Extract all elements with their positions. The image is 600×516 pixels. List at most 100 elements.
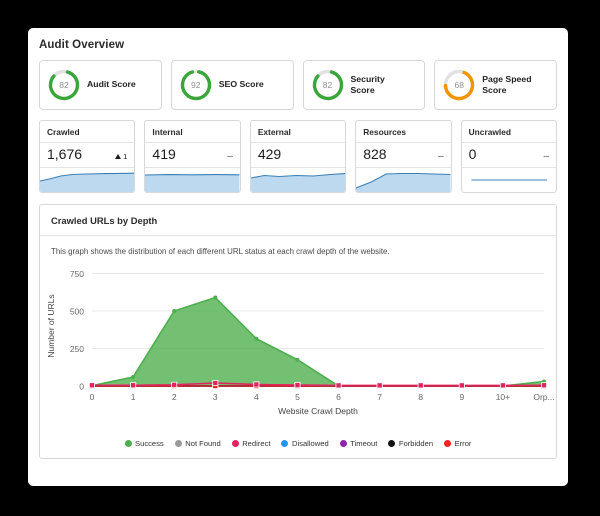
crawled-urls-chart: 0 250 500 750 Number of URLs 0 1 2 3 4 5 6 7 8 9 10+ Orp…: [40, 256, 556, 416]
metric-card-external[interactable]: External 429: [250, 120, 346, 193]
metric-card-crawled[interactable]: Crawled 1,676 1: [39, 120, 135, 193]
metric-title-crawled: Crawled: [40, 121, 134, 143]
chart-panel-title: Crawled URLs by Depth: [40, 205, 556, 236]
x-axis-tick-label: 5: [295, 392, 300, 402]
series-point-success: [172, 309, 176, 313]
series-point-redirect: [89, 383, 94, 388]
metric-value-crawled: 1,676: [47, 147, 82, 161]
sparkline-crawled: [40, 168, 134, 192]
seo-score-label: SEO Score: [219, 79, 264, 90]
x-axis-tick-label: 10+: [496, 392, 510, 402]
y-axis-tick-label: 0: [79, 382, 84, 392]
x-axis-tick-label: 9: [459, 392, 464, 402]
series-point-redirect: [418, 383, 423, 388]
metric-body-resources: 828 –: [356, 143, 450, 168]
series-point-redirect: [213, 380, 218, 385]
legend-dot-icon: [125, 440, 132, 447]
x-axis-tick-label: 1: [131, 392, 136, 402]
series-point-redirect: [336, 383, 341, 388]
x-axis-title: Website Crawl Depth: [278, 406, 358, 416]
metric-value-uncrawled: 0: [469, 147, 477, 161]
metric-delta-resources: –: [438, 151, 444, 162]
sparkline-resources: [356, 168, 450, 192]
trend-up-icon: [115, 154, 121, 159]
x-axis-tick-label: Orp...: [533, 392, 554, 402]
page-speed-score-label-line1: Page Speed: [482, 74, 531, 85]
legend-dot-icon: [340, 440, 347, 447]
y-axis-tick-label: 250: [70, 344, 84, 354]
legend-dot-icon: [175, 440, 182, 447]
x-axis-tick-label: 2: [172, 392, 177, 402]
metric-value-resources: 828: [363, 147, 386, 161]
x-axis-tick-label: 8: [418, 392, 423, 402]
y-axis-title: Number of URLs: [46, 294, 56, 357]
metric-body-internal: 419 –: [145, 143, 239, 168]
legend-dot-icon: [388, 440, 395, 447]
page-speed-score-label-line2: Score: [482, 85, 531, 96]
audit-score-label: Audit Score: [87, 79, 136, 90]
sparkline-internal: [145, 168, 239, 192]
security-score-label-line2: Score: [351, 85, 385, 96]
series-point-redirect: [295, 383, 300, 388]
legend-dot-icon: [444, 440, 451, 447]
series-point-redirect: [459, 383, 464, 388]
score-card-seo[interactable]: 92 SEO Score: [171, 60, 294, 110]
metric-title-external: External: [251, 121, 345, 143]
metric-delta-crawled: 1: [115, 152, 127, 161]
metric-delta-internal: –: [227, 151, 233, 162]
score-card-page-speed[interactable]: 68 Page Speed Score: [434, 60, 557, 110]
x-axis-tick-label: 7: [377, 392, 382, 402]
series-point-success: [131, 375, 135, 379]
metric-body-external: 429: [251, 143, 345, 168]
security-score-label: Security Score: [351, 74, 385, 97]
series-point-redirect: [254, 382, 259, 387]
series-point-redirect: [172, 382, 177, 387]
score-card-security[interactable]: 82 Security Score: [303, 60, 426, 110]
security-score-label-line1: Security: [351, 74, 385, 85]
legend-dot-icon: [232, 440, 239, 447]
series-point-redirect: [377, 383, 382, 388]
y-axis-tick-label: 750: [70, 269, 84, 279]
series-point-redirect: [500, 383, 505, 388]
metric-title-resources: Resources: [356, 121, 450, 143]
metric-value-internal: 419: [152, 147, 175, 161]
page-speed-score-value: 68: [442, 68, 476, 102]
score-card-row: 82 Audit Score 92 SEO Score 82: [28, 51, 568, 110]
metric-card-internal[interactable]: Internal 419 –: [144, 120, 240, 193]
metric-body-crawled: 1,676 1: [40, 143, 134, 168]
x-axis-tick-label: 0: [90, 392, 95, 402]
sparkline-external: [251, 168, 345, 192]
metric-title-internal: Internal: [145, 121, 239, 143]
metric-card-uncrawled[interactable]: Uncrawled 0 –: [461, 120, 557, 193]
audit-overview-card: Audit Overview 82 Audit Score 92 SEO Sco: [28, 28, 568, 486]
security-score-value: 82: [311, 68, 345, 102]
chart-panel-description: This graph shows the distribution of eac…: [40, 236, 556, 256]
metric-card-resources[interactable]: Resources 828 –: [355, 120, 451, 193]
metric-delta-uncrawled: –: [543, 151, 549, 162]
x-axis-tick-label: 4: [254, 392, 259, 402]
score-card-audit[interactable]: 82 Audit Score: [39, 60, 162, 110]
audit-score-gauge: 82: [47, 68, 81, 102]
metric-title-uncrawled: Uncrawled: [462, 121, 556, 143]
chart-plot-area: 0 250 500 750 Number of URLs 0 1 2 3 4 5 6 7 8 9 10+ Orp…: [40, 256, 556, 441]
page-speed-score-gauge: 68: [442, 68, 476, 102]
series-point-redirect: [130, 383, 135, 388]
legend-dot-icon: [281, 440, 288, 447]
seo-score-gauge: 92: [179, 68, 213, 102]
metric-value-external: 429: [258, 147, 281, 161]
sparkline-uncrawled: [462, 168, 556, 192]
security-score-gauge: 82: [311, 68, 345, 102]
page-title: Audit Overview: [28, 28, 568, 51]
metric-delta-value-crawled: 1: [123, 152, 127, 161]
metric-body-uncrawled: 0 –: [462, 143, 556, 168]
series-point-success: [254, 337, 258, 341]
series-point-redirect: [541, 383, 546, 388]
series-point-success: [213, 296, 217, 300]
y-axis-tick-label: 500: [70, 307, 84, 317]
series-point-success: [295, 358, 299, 362]
audit-score-value: 82: [47, 68, 81, 102]
x-axis-tick-label: 6: [336, 392, 341, 402]
seo-score-value: 92: [179, 68, 213, 102]
metric-card-row: Crawled 1,676 1 Internal 419 –: [28, 110, 568, 193]
x-axis-tick-label: 3: [213, 392, 218, 402]
